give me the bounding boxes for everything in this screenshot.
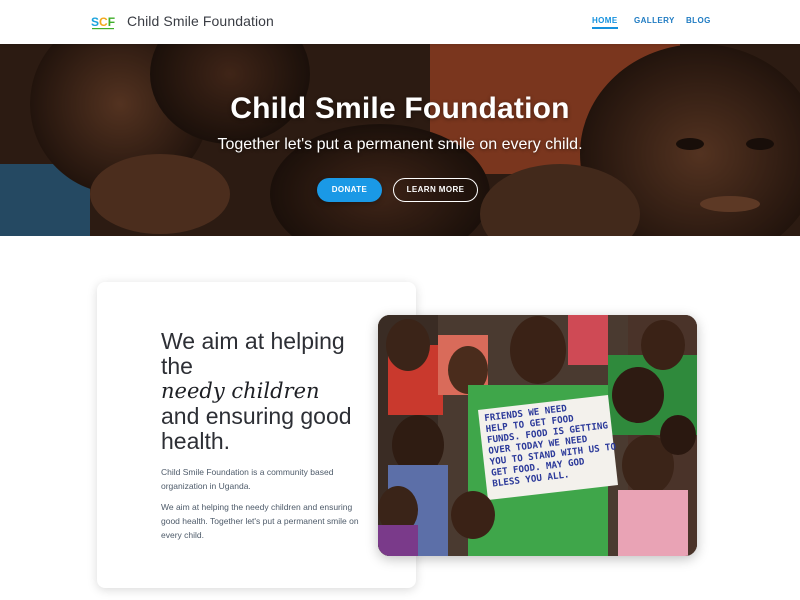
about-heading-line: health. (161, 428, 231, 454)
about-paragraph: We aim at helping the needy children and… (161, 502, 359, 540)
donate-button[interactable]: DONATE (317, 178, 382, 202)
nav-gallery-link[interactable]: GALLERY (634, 16, 675, 25)
nav-home-link[interactable]: HOME (592, 16, 618, 29)
nav-blog-link[interactable]: BLOG (686, 16, 711, 25)
hero-subtitle: Together let's put a permanent smile on … (217, 136, 583, 153)
about-heading-line: and ensuring good (161, 403, 352, 429)
hero-banner: Child Smile Foundation Together let's pu… (0, 44, 800, 236)
foundation-logo-icon[interactable]: SCF (91, 12, 115, 32)
children-photo: FRIENDS WE NEED HELP TO GET FOOD FUNDS. … (378, 315, 697, 556)
brand-name[interactable]: Child Smile Foundation (127, 13, 274, 29)
about-heading-line: the (161, 353, 193, 379)
about-card: We aim at helping the needy children and… (97, 282, 416, 588)
hero-title: Child Smile Foundation (230, 92, 570, 125)
learn-more-button[interactable]: LEARN MORE (393, 178, 478, 202)
svg-text:SCF: SCF (91, 15, 115, 29)
navbar: SCF Child Smile Foundation HOME GALLERY … (0, 0, 800, 44)
about-heading-line: We aim at helping (161, 328, 345, 354)
about-heading-emphasis: needy children (161, 379, 320, 403)
about-paragraph: Child Smile Foundation is a community ba… (161, 467, 334, 491)
about-heading: We aim at helping the needy children and… (161, 329, 391, 454)
protest-sign-text: FRIENDS WE NEED HELP TO GET FOOD FUNDS. … (483, 403, 617, 490)
